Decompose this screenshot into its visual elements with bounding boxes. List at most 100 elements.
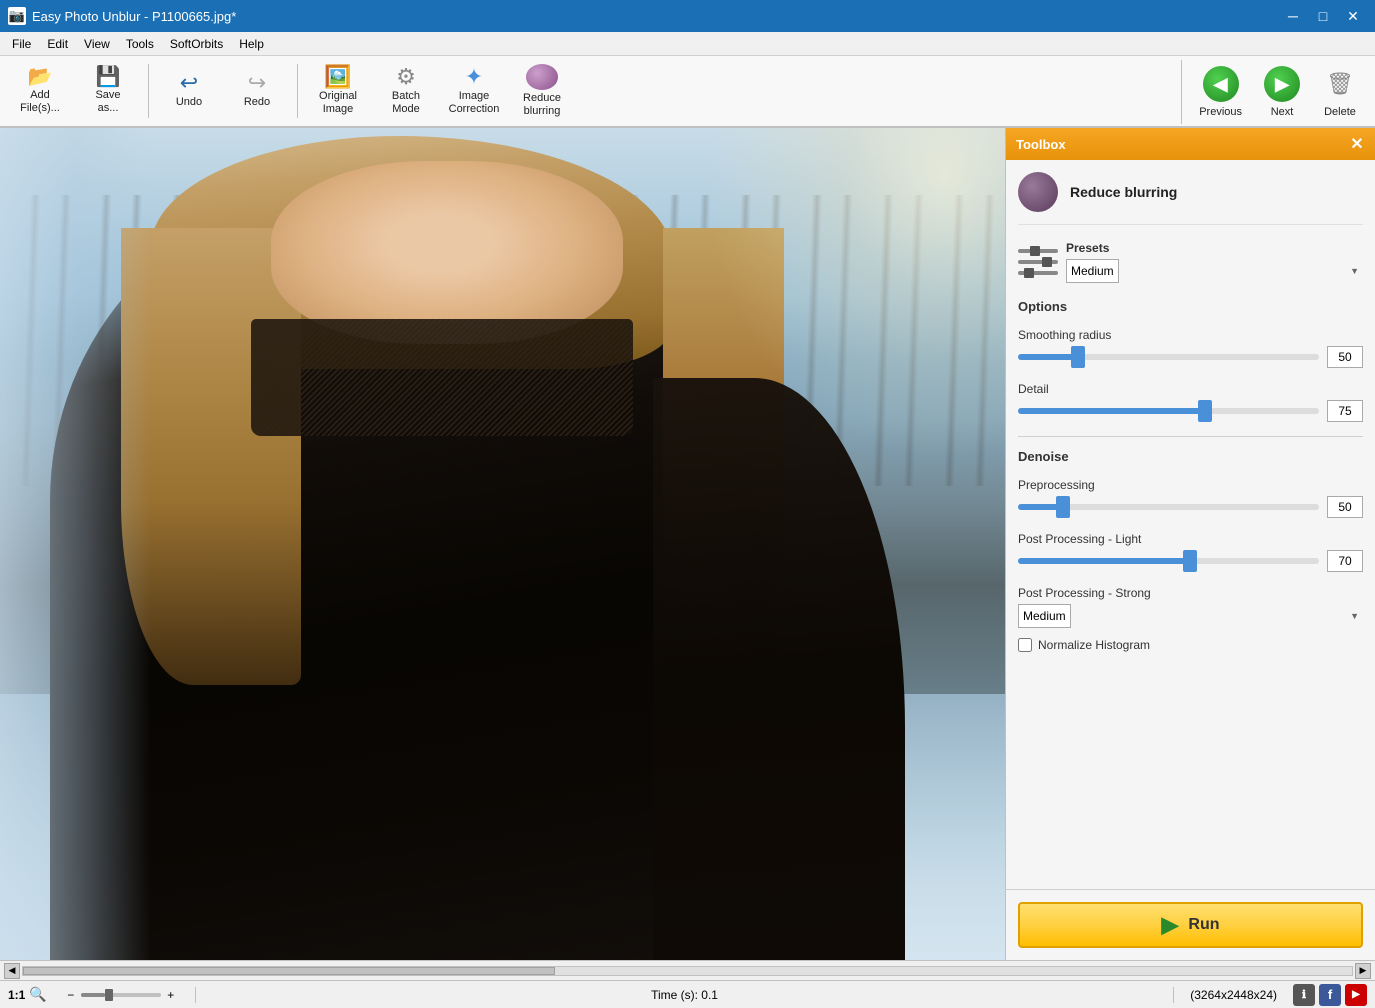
normalize-row: Normalize Histogram [1018,638,1363,652]
menu-edit[interactable]: Edit [39,35,76,53]
presets-row: Presets Medium Low High Custom [1018,241,1363,283]
tool-reduce-blurring-label: Reduce blurring [1070,184,1177,200]
zoom-out-button[interactable]: − [63,987,79,1003]
zoom-slider-thumb[interactable] [105,989,113,1001]
folder-icon: 📂 [28,67,53,87]
scroll-right-button[interactable]: ▶ [1355,963,1371,979]
previous-icon: ◀ [1203,66,1239,102]
facebook-icon[interactable]: f [1319,984,1341,1006]
normalize-checkbox[interactable] [1018,638,1032,652]
save-icon: 💾 [96,67,121,87]
denoise-divider [1018,436,1363,437]
next-button[interactable]: ▶ Next [1255,61,1309,123]
previous-button[interactable]: ◀ Previous [1190,61,1251,123]
presets-wrapper: Medium Low High Custom [1066,259,1363,283]
detail-thumb[interactable] [1198,400,1212,422]
status-bar: 1:1 🔍 − + Time (s): 0.1 (3264x2448x24) ℹ… [0,980,1375,1008]
smoothing-radius-fill [1018,354,1078,360]
image-canvas [0,128,1005,960]
denoise-section: Denoise Preprocessing Post Processing - … [1018,449,1363,652]
batch-mode-label: Batch Mode [392,90,420,116]
reduce-blurring-label: Reduce blurring [523,92,561,118]
options-section: Options Smoothing radius Detail [1018,299,1363,422]
toolbox-header: Toolbox ✕ [1006,128,1375,160]
image-correction-icon: ✦ [465,66,483,88]
detail-label: Detail [1018,382,1363,396]
normalize-label: Normalize Histogram [1038,638,1150,652]
post-strong-label: Post Processing - Strong [1018,586,1363,600]
toolbar: 📂 Add File(s)... 💾 Save as... ↩ Undo ↪ R… [0,56,1375,128]
post-strong-row: Post Processing - Strong Medium Low High [1018,586,1363,628]
save-as-button[interactable]: 💾 Save as... [76,59,140,123]
scroll-handle[interactable] [23,967,555,975]
batch-mode-button[interactable]: ⚙ Batch Mode [374,59,438,123]
undo-button[interactable]: ↩ Undo [157,59,221,123]
post-strong-select[interactable]: Medium Low High [1018,604,1071,628]
add-files-button[interactable]: 📂 Add File(s)... [8,59,72,123]
zoom-slider-track[interactable] [81,993,161,997]
image-correction-button[interactable]: ✦ Image Correction [442,59,506,123]
post-light-label: Post Processing - Light [1018,532,1363,546]
social-icons: ℹ f ▶ [1293,984,1367,1006]
original-image-icon: 🖼️ [324,66,351,88]
preprocessing-thumb[interactable] [1056,496,1070,518]
info-icon[interactable]: ℹ [1293,984,1315,1006]
youtube-icon[interactable]: ▶ [1345,984,1367,1006]
toolbox-close-button[interactable]: ✕ [1347,134,1367,154]
reduce-blurring-icon [526,64,558,90]
maximize-button[interactable]: □ [1309,2,1337,30]
toolbox-content: Reduce blurring Presets Medium Low High [1006,160,1375,889]
run-button[interactable]: ▶ Run [1018,902,1363,948]
preprocessing-control [1018,496,1363,518]
redo-button[interactable]: ↪ Redo [225,59,289,123]
minimize-button[interactable]: ─ [1279,2,1307,30]
reduce-blurring-button[interactable]: Reduce blurring [510,59,574,123]
menu-softorbits[interactable]: SoftOrbits [162,35,231,53]
run-section: ▶ Run [1006,889,1375,960]
scroll-track[interactable] [22,966,1353,976]
post-light-thumb[interactable] [1183,550,1197,572]
smoothing-radius-track[interactable] [1018,354,1319,360]
zoom-level: 1:1 [8,988,25,1002]
menu-tools[interactable]: Tools [118,35,162,53]
preprocessing-track[interactable] [1018,504,1319,510]
post-strong-wrapper: Medium Low High [1018,604,1363,628]
delete-button[interactable]: 🗑 Delete [1313,61,1367,123]
backlight-left [0,128,151,960]
post-light-row: Post Processing - Light [1018,532,1363,572]
detail-fill [1018,408,1205,414]
tool-reduce-blurring: Reduce blurring [1018,172,1363,225]
scroll-area: ◀ ▶ [0,960,1375,980]
window-controls: ─ □ ✕ [1279,2,1367,30]
original-image-button[interactable]: 🖼️ Original Image [306,59,370,123]
scroll-left-button[interactable]: ◀ [4,963,20,979]
smoothing-radius-input[interactable] [1327,346,1363,368]
post-light-input[interactable] [1327,550,1363,572]
image-area [0,128,1005,960]
zoom-segment: 1:1 🔍 [8,986,47,1003]
time-status: Time (s): 0.1 [212,988,1157,1002]
menu-file[interactable]: File [4,35,39,53]
separator-1 [148,64,149,118]
detail-row: Detail [1018,382,1363,422]
post-light-track[interactable] [1018,558,1319,564]
redo-icon: ↪ [248,72,266,94]
presets-select[interactable]: Medium Low High Custom [1066,259,1119,283]
menu-help[interactable]: Help [231,35,272,53]
divider-2 [1173,987,1174,1003]
options-title: Options [1018,299,1363,318]
window-title: Easy Photo Unblur - P1100665.jpg* [32,9,1279,24]
app-icon: 📷 [8,7,26,25]
delete-icon: 🗑 [1322,66,1358,102]
smoothing-radius-control [1018,346,1363,368]
zoom-slider-fill [81,993,105,997]
smoothing-radius-thumb[interactable] [1071,346,1085,368]
close-button[interactable]: ✕ [1339,2,1367,30]
detail-track[interactable] [1018,408,1319,414]
menu-view[interactable]: View [76,35,118,53]
detail-input[interactable] [1327,400,1363,422]
previous-label: Previous [1199,106,1242,118]
zoom-in-button[interactable]: + [163,987,179,1003]
preprocessing-input[interactable] [1327,496,1363,518]
preprocessing-row: Preprocessing [1018,478,1363,518]
